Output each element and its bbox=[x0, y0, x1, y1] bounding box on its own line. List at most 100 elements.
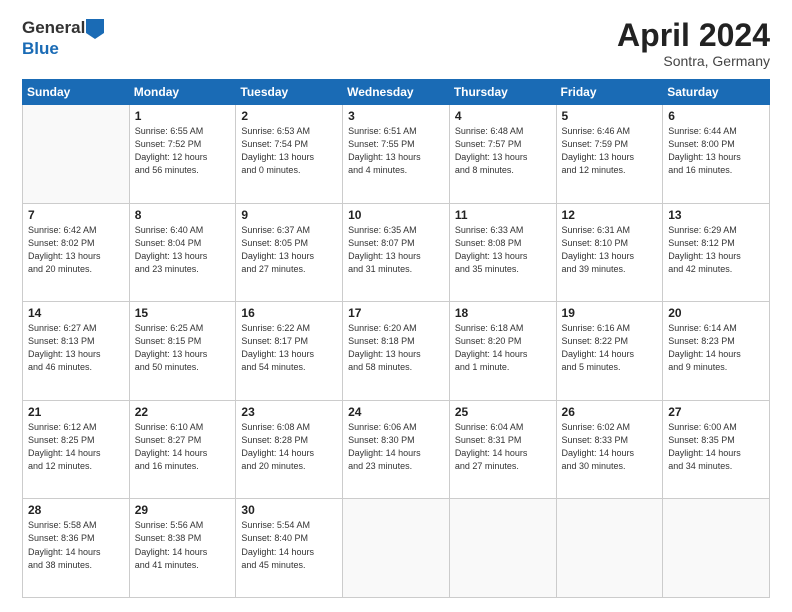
calendar-table: Sunday Monday Tuesday Wednesday Thursday… bbox=[22, 79, 770, 598]
day-number: 17 bbox=[348, 306, 444, 320]
day-info: Sunrise: 5:54 AMSunset: 8:40 PMDaylight:… bbox=[241, 519, 337, 571]
table-row: 22 Sunrise: 6:10 AMSunset: 8:27 PMDayligh… bbox=[129, 400, 236, 499]
day-number: 11 bbox=[455, 208, 551, 222]
day-info: Sunrise: 6:44 AMSunset: 8:00 PMDaylight:… bbox=[668, 125, 764, 177]
day-info: Sunrise: 6:31 AMSunset: 8:10 PMDaylight:… bbox=[562, 224, 658, 276]
table-row: 6 Sunrise: 6:44 AMSunset: 8:00 PMDaylight… bbox=[663, 105, 770, 204]
table-row: 8 Sunrise: 6:40 AMSunset: 8:04 PMDaylight… bbox=[129, 203, 236, 302]
table-row: 7Sunrise: 6:42 AMSunset: 8:02 PMDaylight… bbox=[23, 203, 130, 302]
header-sunday: Sunday bbox=[23, 80, 130, 105]
header-thursday: Thursday bbox=[449, 80, 556, 105]
day-number: 22 bbox=[135, 405, 231, 419]
day-number: 1 bbox=[135, 109, 231, 123]
day-info: Sunrise: 6:35 AMSunset: 8:07 PMDaylight:… bbox=[348, 224, 444, 276]
day-number: 29 bbox=[135, 503, 231, 517]
table-row bbox=[663, 499, 770, 598]
header-monday: Monday bbox=[129, 80, 236, 105]
day-info: Sunrise: 6:12 AMSunset: 8:25 PMDaylight:… bbox=[28, 421, 124, 473]
day-number: 9 bbox=[241, 208, 337, 222]
day-number: 13 bbox=[668, 208, 764, 222]
day-number: 30 bbox=[241, 503, 337, 517]
location: Sontra, Germany bbox=[617, 53, 770, 69]
day-info: Sunrise: 5:56 AMSunset: 8:38 PMDaylight:… bbox=[135, 519, 231, 571]
table-row bbox=[449, 499, 556, 598]
day-info: Sunrise: 6:22 AMSunset: 8:17 PMDaylight:… bbox=[241, 322, 337, 374]
day-number: 18 bbox=[455, 306, 551, 320]
day-number: 15 bbox=[135, 306, 231, 320]
logo: General Blue bbox=[22, 18, 105, 58]
day-number: 4 bbox=[455, 109, 551, 123]
day-number: 16 bbox=[241, 306, 337, 320]
day-number: 2 bbox=[241, 109, 337, 123]
day-info: Sunrise: 6:27 AMSunset: 8:13 PMDaylight:… bbox=[28, 322, 124, 374]
calendar-header-row: Sunday Monday Tuesday Wednesday Thursday… bbox=[23, 80, 770, 105]
table-row: 25Sunrise: 6:04 AMSunset: 8:31 PMDayligh… bbox=[449, 400, 556, 499]
day-number: 8 bbox=[135, 208, 231, 222]
day-number: 3 bbox=[348, 109, 444, 123]
table-row: 16 Sunrise: 6:22 AMSunset: 8:17 PMDayligh… bbox=[236, 302, 343, 401]
day-number: 12 bbox=[562, 208, 658, 222]
day-info: Sunrise: 6:29 AMSunset: 8:12 PMDaylight:… bbox=[668, 224, 764, 276]
title-block: April 2024 Sontra, Germany bbox=[617, 18, 770, 69]
table-row bbox=[556, 499, 663, 598]
logo-icon bbox=[86, 19, 104, 39]
table-row: 21 Sunrise: 6:12 AMSunset: 8:25 PMDayligh… bbox=[23, 400, 130, 499]
day-info: Sunrise: 6:46 AMSunset: 7:59 PMDaylight:… bbox=[562, 125, 658, 177]
logo-general: General bbox=[22, 18, 85, 37]
day-info: Sunrise: 6:53 AMSunset: 7:54 PMDaylight:… bbox=[241, 125, 337, 177]
day-number: 10 bbox=[348, 208, 444, 222]
table-row: 3 Sunrise: 6:51 AMSunset: 7:55 PMDaylight… bbox=[343, 105, 450, 204]
day-number: 5 bbox=[562, 109, 658, 123]
day-info: Sunrise: 6:16 AMSunset: 8:22 PMDaylight:… bbox=[562, 322, 658, 374]
table-row: 11 Sunrise: 6:33 AMSunset: 8:08 PMDayligh… bbox=[449, 203, 556, 302]
day-info: Sunrise: 6:51 AMSunset: 7:55 PMDaylight:… bbox=[348, 125, 444, 177]
day-info: Sunrise: 6:00 AMSunset: 8:35 PMDaylight:… bbox=[668, 421, 764, 473]
table-row: 28 Sunrise: 5:58 AMSunset: 8:36 PMDayligh… bbox=[23, 499, 130, 598]
header-saturday: Saturday bbox=[663, 80, 770, 105]
table-row: 13 Sunrise: 6:29 AMSunset: 8:12 PMDayligh… bbox=[663, 203, 770, 302]
day-info: Sunrise: 6:06 AMSunset: 8:30 PMDaylight:… bbox=[348, 421, 444, 473]
day-number: 14 bbox=[28, 306, 124, 320]
day-info: Sunrise: 6:04 AMSunset: 8:31 PMDaylight:… bbox=[455, 421, 551, 473]
table-row: 4Sunrise: 6:48 AMSunset: 7:57 PMDaylight… bbox=[449, 105, 556, 204]
table-row: 5 Sunrise: 6:46 AMSunset: 7:59 PMDaylight… bbox=[556, 105, 663, 204]
day-number: 19 bbox=[562, 306, 658, 320]
header-friday: Friday bbox=[556, 80, 663, 105]
day-number: 7 bbox=[28, 208, 124, 222]
table-row: 29 Sunrise: 5:56 AMSunset: 8:38 PMDayligh… bbox=[129, 499, 236, 598]
day-info: Sunrise: 6:25 AMSunset: 8:15 PMDaylight:… bbox=[135, 322, 231, 374]
day-number: 28 bbox=[28, 503, 124, 517]
table-row: 24 Sunrise: 6:06 AMSunset: 8:30 PMDayligh… bbox=[343, 400, 450, 499]
month-year: April 2024 bbox=[617, 18, 770, 53]
week-row-3: 14 Sunrise: 6:27 AMSunset: 8:13 PMDayligh… bbox=[23, 302, 770, 401]
table-row: 14 Sunrise: 6:27 AMSunset: 8:13 PMDayligh… bbox=[23, 302, 130, 401]
day-number: 23 bbox=[241, 405, 337, 419]
day-info: Sunrise: 6:10 AMSunset: 8:27 PMDaylight:… bbox=[135, 421, 231, 473]
week-row-5: 28 Sunrise: 5:58 AMSunset: 8:36 PMDayligh… bbox=[23, 499, 770, 598]
day-info: Sunrise: 6:40 AMSunset: 8:04 PMDaylight:… bbox=[135, 224, 231, 276]
table-row: 10 Sunrise: 6:35 AMSunset: 8:07 PMDayligh… bbox=[343, 203, 450, 302]
day-info: Sunrise: 6:33 AMSunset: 8:08 PMDaylight:… bbox=[455, 224, 551, 276]
table-row: 26Sunrise: 6:02 AMSunset: 8:33 PMDayligh… bbox=[556, 400, 663, 499]
day-number: 6 bbox=[668, 109, 764, 123]
day-info: Sunrise: 6:14 AMSunset: 8:23 PMDaylight:… bbox=[668, 322, 764, 374]
table-row: 19 Sunrise: 6:16 AMSunset: 8:22 PMDayligh… bbox=[556, 302, 663, 401]
day-number: 24 bbox=[348, 405, 444, 419]
header-tuesday: Tuesday bbox=[236, 80, 343, 105]
day-number: 20 bbox=[668, 306, 764, 320]
week-row-4: 21 Sunrise: 6:12 AMSunset: 8:25 PMDayligh… bbox=[23, 400, 770, 499]
day-info: Sunrise: 5:58 AMSunset: 8:36 PMDaylight:… bbox=[28, 519, 124, 571]
page: General Blue April 2024 Sontra, Germany … bbox=[0, 0, 792, 612]
week-row-2: 7Sunrise: 6:42 AMSunset: 8:02 PMDaylight… bbox=[23, 203, 770, 302]
table-row: 30 Sunrise: 5:54 AMSunset: 8:40 PMDayligh… bbox=[236, 499, 343, 598]
week-row-1: 1Sunrise: 6:55 AMSunset: 7:52 PMDaylight… bbox=[23, 105, 770, 204]
day-info: Sunrise: 6:20 AMSunset: 8:18 PMDaylight:… bbox=[348, 322, 444, 374]
logo-blue: Blue bbox=[22, 39, 105, 59]
day-info: Sunrise: 6:37 AMSunset: 8:05 PMDaylight:… bbox=[241, 224, 337, 276]
table-row: 2 Sunrise: 6:53 AMSunset: 7:54 PMDaylight… bbox=[236, 105, 343, 204]
day-number: 21 bbox=[28, 405, 124, 419]
table-row: 20 Sunrise: 6:14 AMSunset: 8:23 PMDayligh… bbox=[663, 302, 770, 401]
table-row: 12 Sunrise: 6:31 AMSunset: 8:10 PMDayligh… bbox=[556, 203, 663, 302]
table-row bbox=[23, 105, 130, 204]
table-row: 18Sunrise: 6:18 AMSunset: 8:20 PMDayligh… bbox=[449, 302, 556, 401]
